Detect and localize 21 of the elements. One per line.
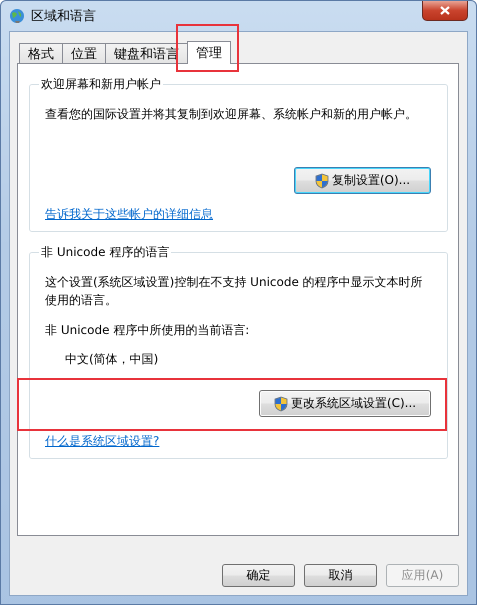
dialog-button[interactable]: 确定 [222, 564, 295, 587]
group-title: 非 Unicode 程序的语言 [40, 244, 170, 261]
tab[interactable]: 格式 [19, 43, 63, 63]
help-link[interactable]: 什么是系统区域设置? [45, 433, 160, 450]
group-title: 欢迎屏幕和新用户帐户 [40, 76, 162, 93]
description-text: 非 Unicode 程序中所使用的当前语言: [45, 322, 250, 339]
close-button[interactable] [422, 1, 468, 21]
shield-icon [274, 396, 288, 412]
settings-button[interactable]: 复制设置(O)... [294, 167, 431, 194]
dialog-button[interactable]: 取消 [304, 564, 377, 587]
description-text: 查看您的国际设置并将其复制到欢迎屏幕、系统帐户和新的用户帐户。 [45, 106, 418, 123]
settings-button[interactable]: 更改系统区域设置(C)... [259, 390, 431, 417]
window-title: 区域和语言 [31, 8, 96, 25]
shield-icon [314, 172, 329, 188]
globe-icon [9, 8, 25, 24]
tab[interactable]: 管理 [187, 41, 231, 64]
current-language: 中文(简体，中国) [65, 351, 160, 368]
description-text: 这个设置(系统区域设置)控制在不支持 Unicode 的程序中显示文本时所使用的语言。 [45, 274, 424, 309]
tab[interactable]: 位置 [62, 43, 106, 63]
close-icon [440, 6, 450, 15]
help-link[interactable]: 告诉我关于这些帐户的详细信息 [45, 206, 213, 223]
